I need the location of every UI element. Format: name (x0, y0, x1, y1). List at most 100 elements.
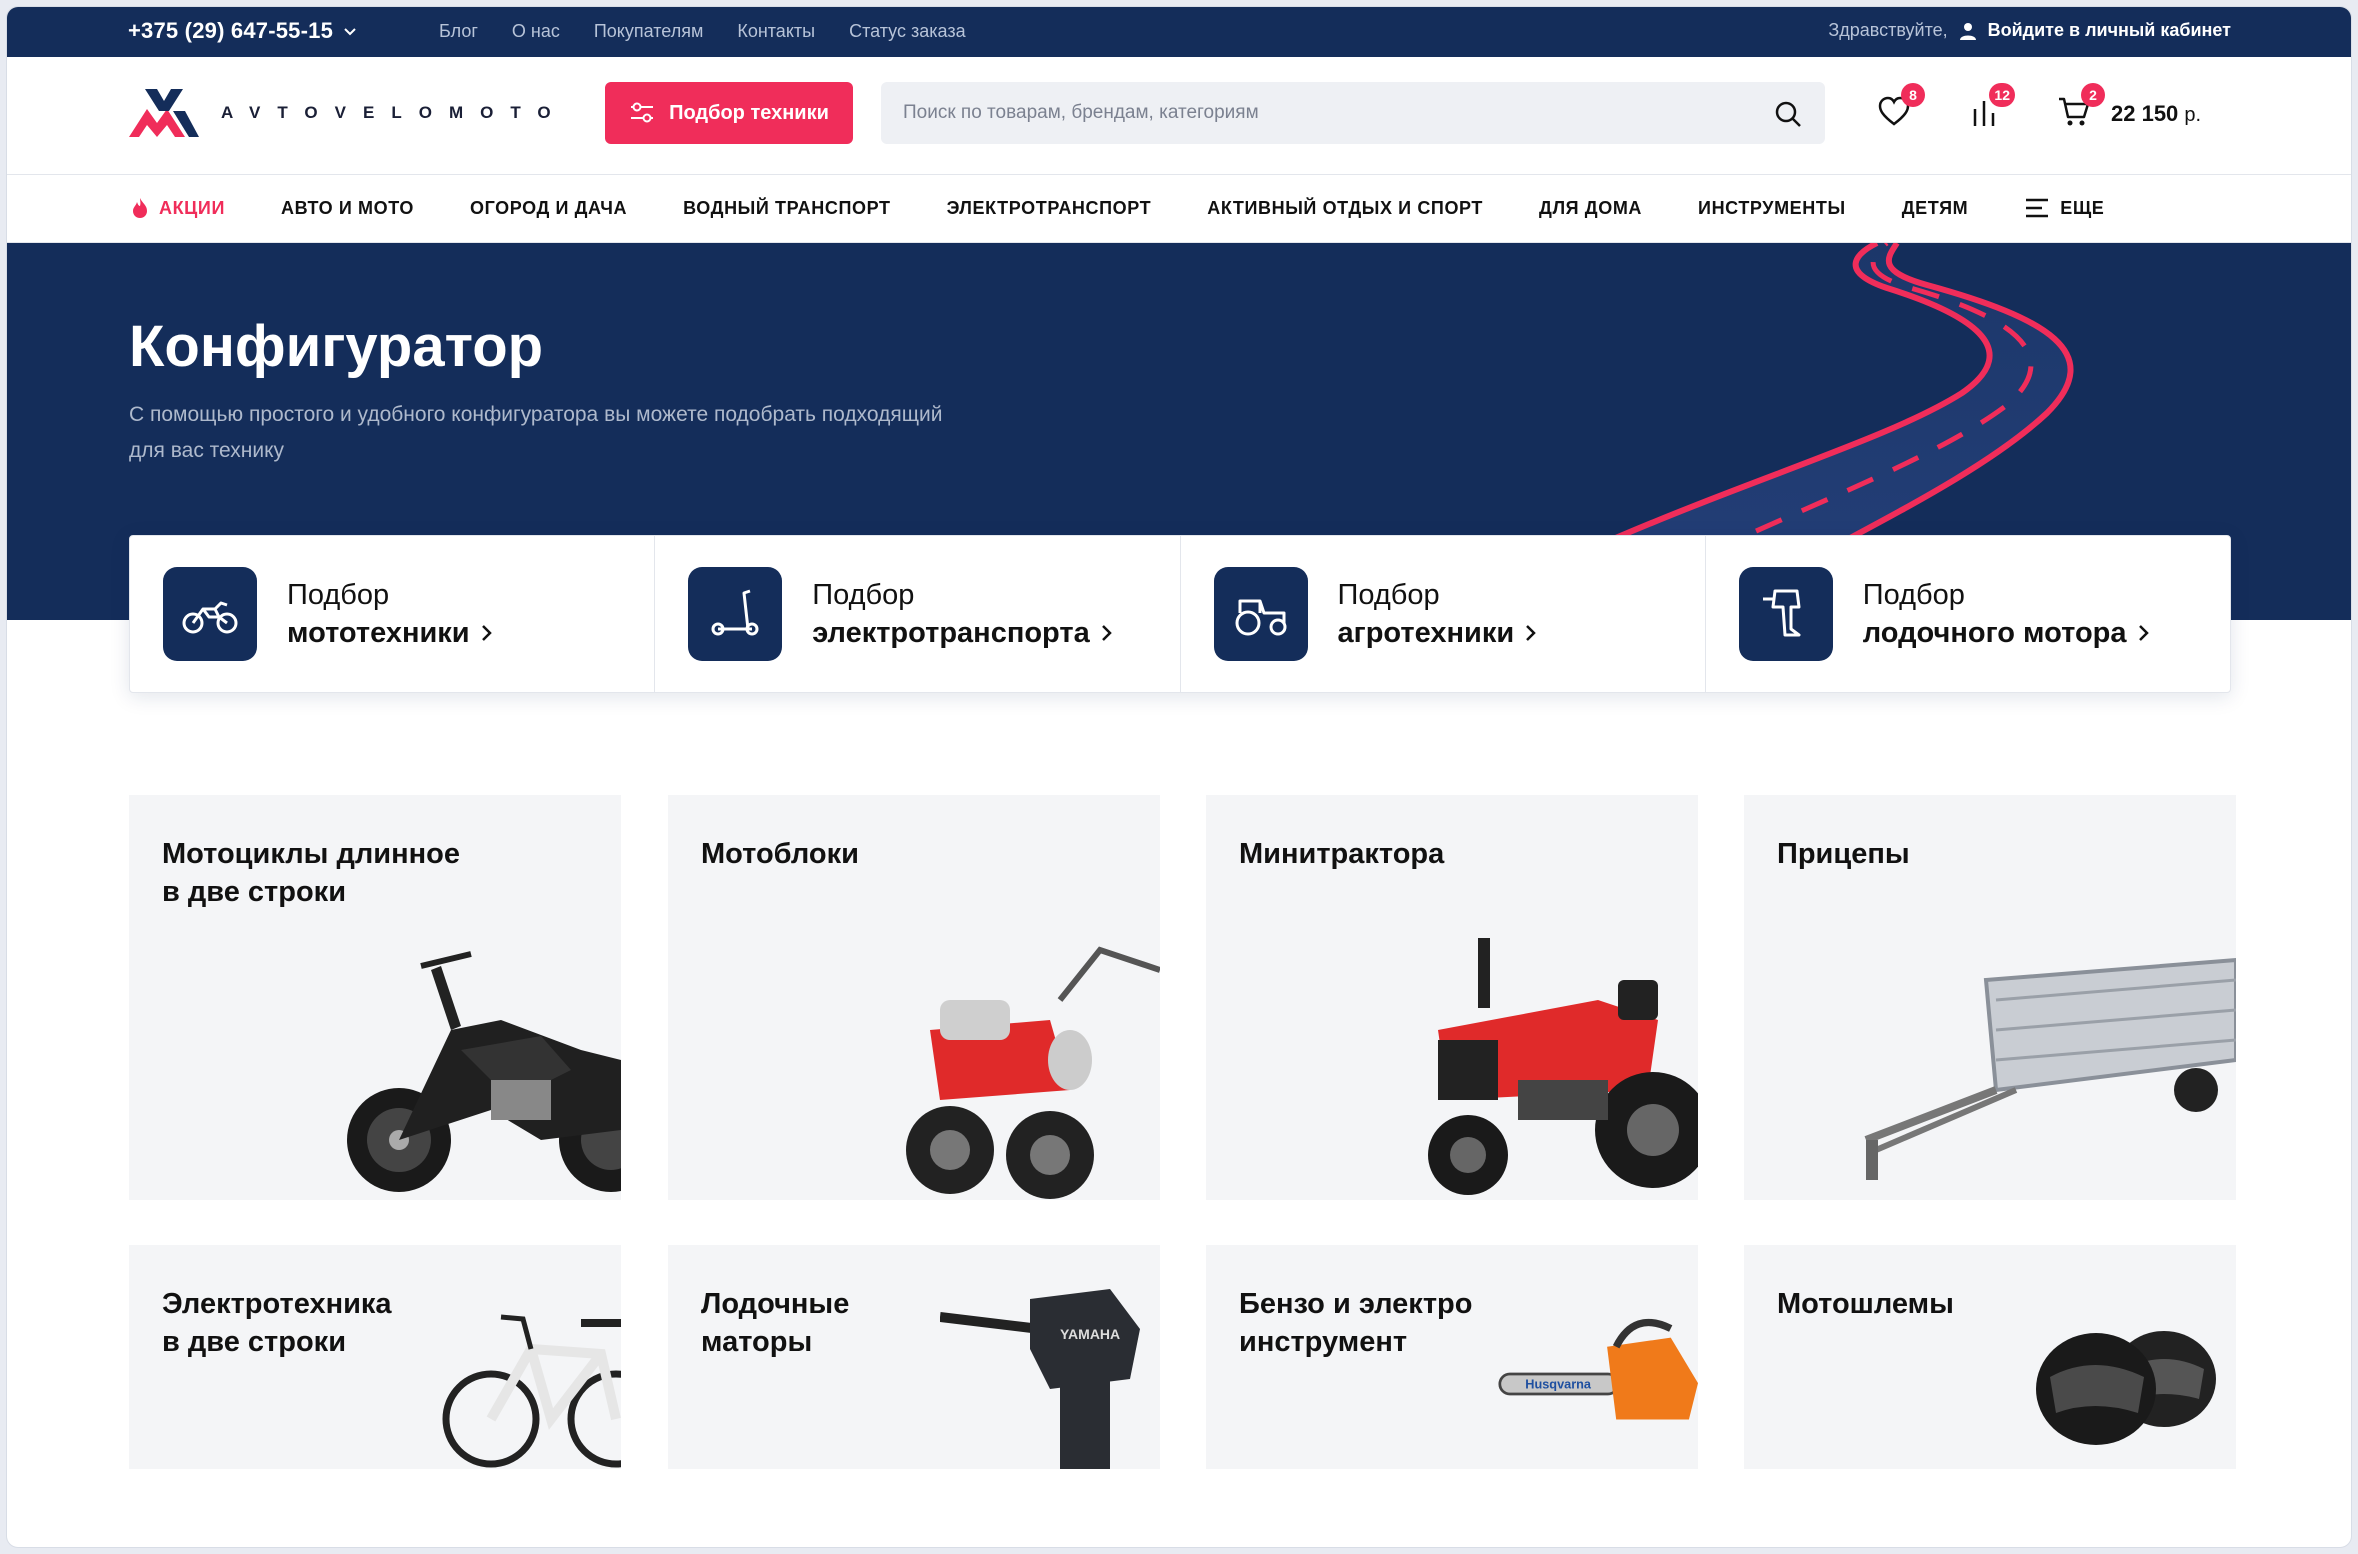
nav-label: АКЦИИ (159, 197, 226, 218)
picker-icon-wrap (688, 567, 783, 661)
picker-icon-wrap (1738, 567, 1833, 661)
picker-agro[interactable]: Подбор агротехники (1181, 536, 1706, 692)
page-subtitle: С помощью простого и удобного конфигурат… (129, 403, 943, 462)
picker-text: Подбор мототехники (287, 576, 494, 652)
favorites-button[interactable]: 8 (1877, 83, 1925, 133)
link-about[interactable]: О нас (512, 21, 560, 42)
svg-text:YAMAHA: YAMAHA (1060, 1326, 1120, 1342)
category-card-electric[interactable]: Электротехника в две строки (129, 1245, 621, 1469)
cart-button[interactable]: 2 22 150 р. (2057, 83, 2202, 133)
link-order-status[interactable]: Статус заказа (849, 21, 966, 42)
nav-item-home[interactable]: ДЛЯ ДОМА (1539, 197, 1642, 219)
outboard-motor-image: YAMAHA (940, 1289, 1140, 1469)
category-card-trailers[interactable]: Прицепы (1744, 795, 2236, 1200)
search-input[interactable] (881, 82, 1825, 144)
nav-item-kids[interactable]: ДЕТЯМ (1902, 197, 1969, 219)
nav-item-tools[interactable]: ИНСТРУМЕНТЫ (1698, 197, 1846, 219)
category-title-line1: Мотошлемы (1777, 1288, 1954, 1320)
greeting-text: Здравствуйте, (1828, 20, 1948, 40)
search-icon[interactable] (1773, 99, 1803, 129)
nav-item-more[interactable]: ЕЩЕ (2024, 197, 2104, 219)
picker-line2: электротранспорта (812, 617, 1090, 649)
header-icons: 8 12 2 22 150 р. (1877, 83, 2202, 133)
compare-badge: 12 (1989, 83, 2015, 107)
chevron-right-icon (1526, 625, 1536, 641)
cart-badge: 2 (2081, 83, 2105, 107)
link-blog[interactable]: Блог (439, 21, 478, 42)
outboard-motor-icon (1762, 589, 1801, 637)
picker-icon-wrap (1213, 567, 1308, 661)
pick-equipment-label: Подбор техники (669, 101, 829, 124)
pick-equipment-button[interactable]: Подбор техники (605, 82, 853, 144)
nav-item-water[interactable]: ВОДНЫЙ ТРАНСПОРТ (683, 197, 890, 219)
nav-item-promo[interactable]: АКЦИИ (131, 197, 225, 219)
category-title: Прицепы (1777, 835, 2137, 873)
picker-line1: Подбор (1337, 579, 1440, 611)
header: AVTOVELOMOTO Подбор техники 8 12 (7, 57, 2351, 175)
category-title: Мотошлемы (1777, 1285, 2137, 1323)
category-title: Мотоблоки (701, 835, 1061, 873)
user-area: Здравствуйте, Войдите в личный кабинет (1828, 20, 2231, 41)
logo[interactable]: AVTOVELOMOTO (127, 87, 568, 139)
svg-text:Husqvarna: Husqvarna (1525, 1377, 1592, 1392)
category-title-line1: Мотоциклы длинное (162, 838, 460, 870)
category-card-helmets[interactable]: Мотошлемы (1744, 1245, 2236, 1469)
picker-text: Подбор лодочного мотора (1863, 576, 2151, 652)
favorites-badge: 8 (1901, 83, 1925, 107)
link-contacts[interactable]: Контакты (737, 21, 815, 42)
picker-line2: мототехники (287, 617, 470, 649)
phone-dropdown[interactable]: +375 (29) 647-55-15 (128, 18, 357, 44)
main-nav: АКЦИИ АВТО И МОТО ОГОРОД И ДАЧА ВОДНЫЙ Т… (7, 175, 2351, 243)
picker-line2-wrap: мототехники (287, 614, 494, 652)
category-card-walk-behind-tractors[interactable]: Мотоблоки (668, 795, 1160, 1200)
chevron-right-icon (1101, 625, 1112, 641)
fire-icon (133, 198, 147, 218)
nav-item-garden[interactable]: ОГОРОД И ДАЧА (470, 197, 627, 219)
picker-boat-motor[interactable]: Подбор лодочного мотора (1706, 536, 2230, 692)
page-title: Конфигуратор (129, 314, 544, 379)
category-title-line1: Мотоблоки (701, 838, 859, 870)
picker-line1: Подбор (1862, 579, 1965, 611)
picker-line2-wrap: агротехники (1338, 614, 1539, 652)
chevron-right-icon (481, 625, 492, 641)
cart-currency: р. (2184, 104, 2202, 126)
category-card-tools[interactable]: Бензо и электро инструмент Husqvarna (1206, 1245, 1698, 1469)
logo-wordmark: AVTOVELOMOTO (221, 103, 568, 122)
compare-button[interactable]: 12 (1967, 83, 2015, 133)
login-link[interactable]: Войдите в личный кабинет (1988, 20, 2231, 41)
category-title-line1: Прицепы (1777, 838, 1910, 870)
search-box (881, 82, 1825, 144)
motorcycle-image (347, 951, 621, 1192)
picker-icon-wrap (163, 567, 257, 661)
picker-text: Подбор электротранспорта (812, 576, 1113, 652)
cart-total-value: 22 150 (2111, 101, 2179, 126)
picker-line2-wrap: лодочного мотора (1863, 614, 2151, 652)
category-title-line1: Минитрактора (1239, 838, 1445, 870)
picker-text: Подбор агротехники (1338, 576, 1539, 652)
category-card-mini-tractors[interactable]: Минитрактора (1206, 795, 1698, 1200)
link-buyers[interactable]: Покупателям (594, 21, 703, 42)
chevron-right-icon (2138, 625, 2149, 641)
picker-line2-wrap: электротранспорта (812, 614, 1113, 652)
tractor-icon (1235, 599, 1286, 636)
category-card-motorcycles[interactable]: Мотоциклы длинное в две строки (129, 795, 621, 1200)
category-title: Мотоциклы длинное в две строки (162, 835, 522, 911)
walk-behind-tractor-image (906, 946, 1160, 1199)
category-title-line2: в две строки (162, 876, 347, 908)
electric-bike-image (442, 1314, 621, 1468)
logo-mark-icon (129, 89, 199, 137)
category-card-boat-motors[interactable]: Лодочные маторы YAMAHA (668, 1245, 1160, 1469)
top-bar: +375 (29) 647-55-15 Блог О нас Покупател… (7, 7, 2351, 57)
configurator-pickers: Подбор мототехники Подбор электротранспо… (129, 535, 2231, 693)
picker-electric[interactable]: Подбор электротранспорта (655, 536, 1181, 692)
category-title: Минитрактора (1239, 835, 1599, 873)
nav-label: ЕЩЕ (2060, 197, 2105, 218)
nav-item-auto-moto[interactable]: АВТО И МОТО (281, 197, 414, 219)
trailer-image (1864, 957, 2236, 1180)
chainsaw-image: Husqvarna (1498, 1318, 1698, 1420)
top-links: Блог О нас Покупателям Контакты Статус з… (439, 21, 966, 42)
user-icon (1959, 22, 1976, 40)
picker-moto[interactable]: Подбор мототехники (130, 536, 656, 692)
nav-item-electric[interactable]: ЭЛЕКТРОТРАНСПОРТ (947, 197, 1152, 219)
nav-item-sport[interactable]: АКТИВНЫЙ ОТДЫХ И СПОРТ (1207, 197, 1483, 219)
